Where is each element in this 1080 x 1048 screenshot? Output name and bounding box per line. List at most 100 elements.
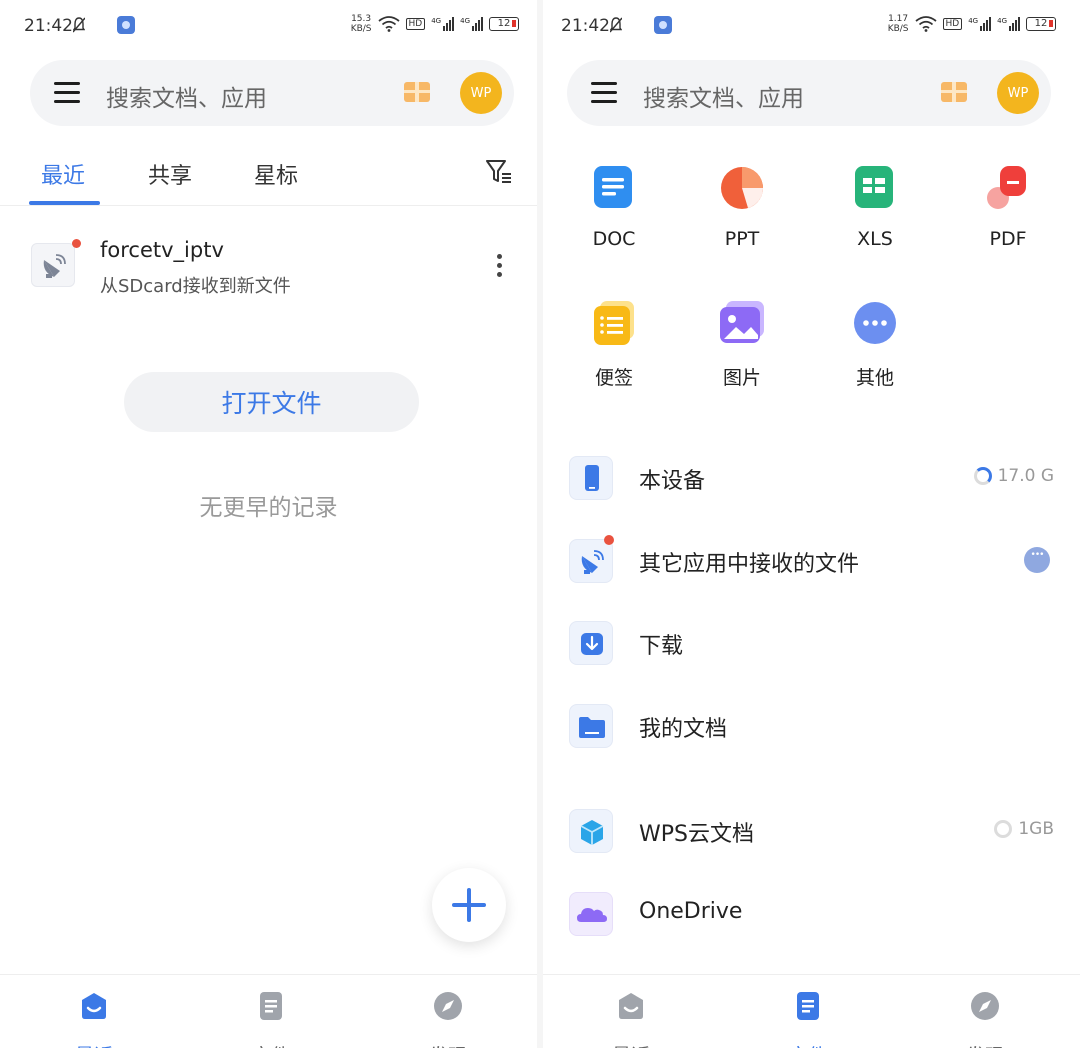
menu-icon[interactable]	[591, 82, 617, 104]
recent-icon	[82, 993, 106, 1019]
nav-label: 发现	[935, 1041, 1035, 1048]
type-label: DOC	[592, 228, 636, 250]
status-bar: 21:42 15.3 KB/S HD 4G 4G 12	[0, 0, 537, 52]
xls-icon	[855, 166, 893, 208]
file-name: forcetv_iptv	[100, 238, 224, 262]
location-my-documents[interactable]: 我的文档	[543, 696, 1080, 756]
type-pdf[interactable]: PDF	[963, 164, 1053, 250]
more-vertical-icon[interactable]	[497, 254, 503, 280]
location-onedrive[interactable]: OneDrive	[543, 884, 1080, 944]
doc-icon	[594, 166, 632, 208]
nav-discover[interactable]: 发现	[398, 991, 498, 1048]
tab-indicator	[29, 201, 100, 205]
speed-value: 15.3	[351, 14, 372, 24]
open-file-button[interactable]: 打开文件	[124, 372, 419, 432]
signal-2-icon: 4G	[460, 17, 483, 31]
onedrive-icon	[569, 892, 613, 936]
status-time: 21:42	[24, 16, 73, 36]
location-label: WPS云文档	[639, 822, 754, 847]
tab-recent[interactable]: 最近	[41, 158, 85, 190]
nav-recent[interactable]: 最近	[44, 991, 144, 1048]
wifi-icon	[914, 16, 937, 32]
status-bar: 21:42 1.17 KB/S HD 4G 4G 12	[543, 0, 1080, 52]
satellite-icon	[31, 243, 75, 287]
more-icon[interactable]	[1024, 547, 1050, 573]
menu-icon[interactable]	[54, 82, 80, 104]
search-placeholder[interactable]: 搜索文档、应用	[106, 79, 267, 113]
pdf-icon	[987, 166, 1026, 209]
nav-label: 文件	[758, 1041, 858, 1048]
hd-badge: HD	[942, 18, 963, 30]
signal-1-icon: 4G	[968, 17, 992, 31]
search-placeholder[interactable]: 搜索文档、应用	[643, 79, 804, 113]
gift-icon[interactable]	[941, 82, 967, 102]
storage-ring-icon	[973, 467, 992, 485]
filter-icon[interactable]	[485, 158, 513, 186]
type-xls[interactable]: XLS	[830, 164, 920, 250]
type-doc[interactable]: DOC	[569, 164, 659, 250]
type-label: PDF	[989, 228, 1027, 250]
storage-usage: 17.0 G	[973, 466, 1054, 486]
gift-icon[interactable]	[404, 82, 430, 102]
app-notification-icon	[654, 16, 672, 34]
add-button[interactable]	[432, 868, 506, 942]
search-bar[interactable]: 搜索文档、应用 WP	[30, 60, 514, 126]
empty-state-text: 无更早的记录	[199, 495, 338, 521]
tab-shared[interactable]: 共享	[148, 158, 192, 190]
status-right: 1.17 KB/S HD 4G 4G 12	[888, 14, 1056, 34]
search-bar[interactable]: 搜索文档、应用 WP	[567, 60, 1051, 126]
avatar[interactable]: WP	[997, 72, 1039, 114]
bell-muted-icon	[73, 17, 85, 33]
nav-label: 发现	[398, 1041, 498, 1048]
signal-1-icon: 4G	[431, 17, 455, 31]
tab-bar: 最近 共享 星标	[0, 150, 537, 206]
cloud-usage: 1GB	[994, 819, 1054, 839]
type-label: 其他	[855, 367, 894, 389]
nav-files[interactable]: 文件	[221, 991, 321, 1048]
network-speed: 15.3 KB/S	[351, 14, 372, 34]
type-image[interactable]: 图片	[697, 299, 787, 390]
type-ppt[interactable]: PPT	[697, 164, 787, 250]
location-device[interactable]: 本设备 17.0 G	[543, 448, 1080, 508]
wifi-icon	[377, 16, 400, 32]
location-label: 我的文档	[639, 717, 728, 742]
network-type: 4G	[997, 17, 1007, 25]
speed-unit: KB/S	[887, 24, 909, 34]
other-icon	[854, 302, 896, 344]
network-type: 4G	[968, 17, 979, 25]
file-icon	[797, 992, 819, 1020]
nav-files[interactable]: 文件	[758, 991, 858, 1048]
nav-discover[interactable]: 发现	[935, 991, 1035, 1048]
location-download[interactable]: 下载	[543, 613, 1080, 673]
phone-icon	[569, 456, 613, 500]
location-label: OneDrive	[639, 899, 743, 924]
type-other[interactable]: 其他	[830, 299, 920, 390]
type-label: 图片	[722, 367, 761, 389]
list-item[interactable]: forcetv_iptv 从SDcard接收到新文件	[0, 230, 537, 310]
status-time: 21:42	[561, 16, 610, 36]
nav-label: 最近	[44, 1041, 144, 1048]
nav-recent[interactable]: 最近	[581, 991, 681, 1048]
compass-icon	[434, 992, 462, 1020]
tab-starred[interactable]: 星标	[254, 158, 298, 190]
type-label: XLS	[857, 228, 893, 250]
speed-unit: KB/S	[350, 24, 372, 34]
speed-value: 1.17	[888, 14, 909, 24]
location-wps-cloud[interactable]: WPS云文档 1GB	[543, 801, 1080, 861]
files-screen: 21:42 1.17 KB/S HD 4G 4G 12 搜索文档、应用 WP DO…	[543, 0, 1080, 1048]
location-label: 本设备	[639, 469, 706, 494]
network-type: 4G	[460, 17, 470, 25]
folder-icon	[569, 704, 613, 748]
note-icon	[594, 301, 634, 345]
location-received[interactable]: 其它应用中接收的文件	[543, 531, 1080, 591]
avatar[interactable]: WP	[460, 72, 502, 114]
file-source: 从SDcard接收到新文件	[100, 276, 291, 297]
status-right: 15.3 KB/S HD 4G 4G 12	[351, 14, 519, 34]
type-label: 便签	[594, 367, 633, 389]
nav-label: 文件	[221, 1041, 321, 1048]
compass-icon	[971, 992, 999, 1020]
location-label: 下载	[639, 634, 684, 659]
type-note[interactable]: 便签	[569, 299, 659, 390]
bell-muted-icon	[610, 17, 622, 33]
network-speed: 1.17 KB/S	[888, 14, 909, 34]
